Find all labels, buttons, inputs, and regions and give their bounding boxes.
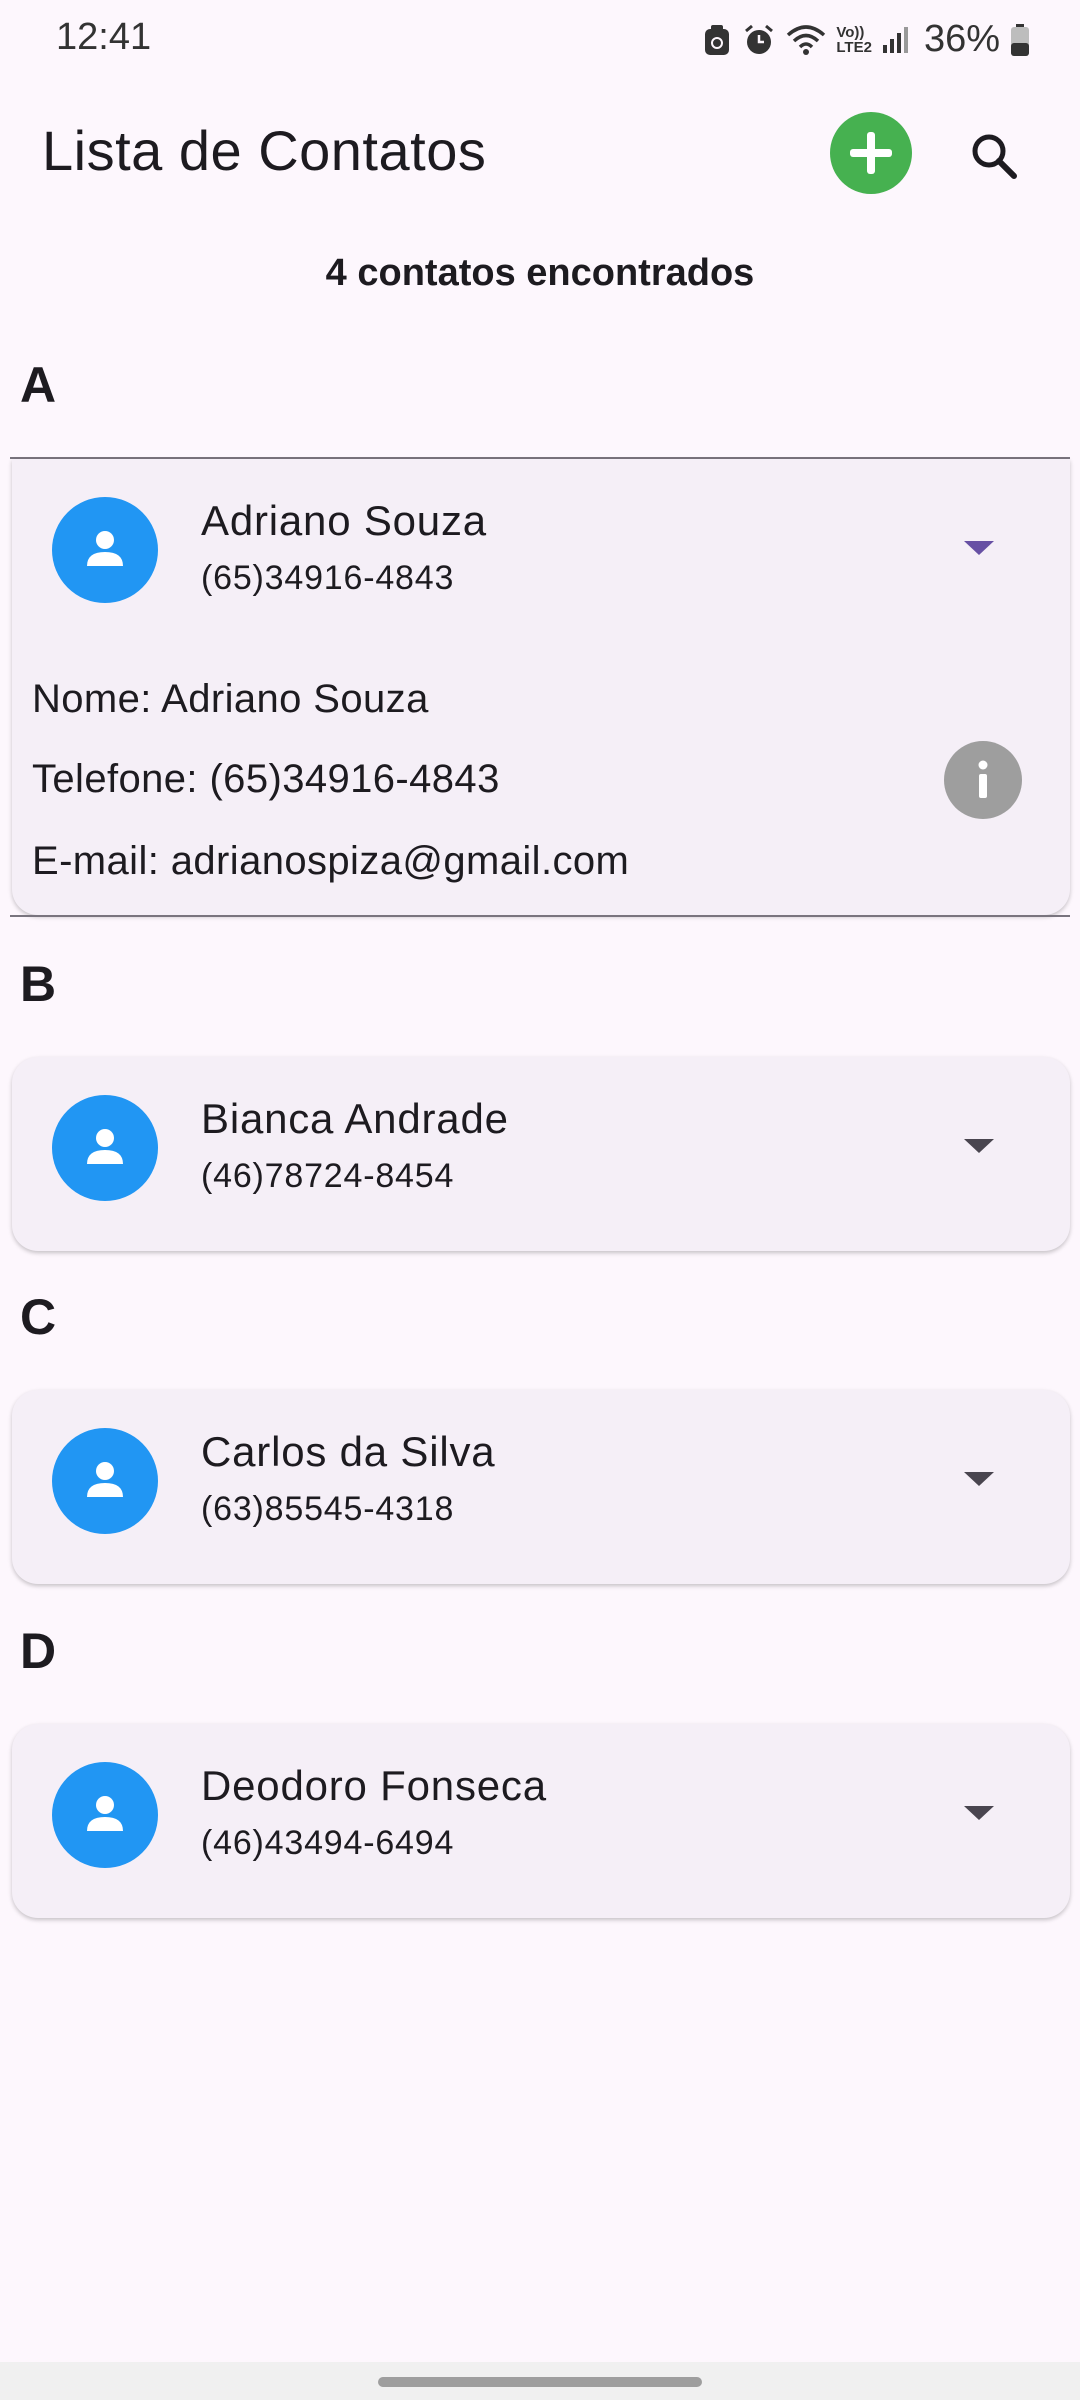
cast-icon xyxy=(705,24,730,55)
signal-icon xyxy=(882,26,908,53)
contact-name: Carlos da Silva xyxy=(201,1428,496,1475)
contact-card-bianca[interactable]: Bianca Andrade (46)78724-8454 xyxy=(12,1057,1070,1251)
alarm-icon xyxy=(745,24,774,54)
add-contact-button[interactable] xyxy=(830,112,912,194)
contact-phone: (65)34916-4843 xyxy=(201,559,455,597)
contact-card-deodoro[interactable]: Deodoro Fonseca (46)43494-6494 xyxy=(12,1724,1070,1918)
detail-email: E-mail: adrianospiza@gmail.com xyxy=(32,839,630,883)
status-time: 12:41 xyxy=(56,16,152,58)
person-icon xyxy=(87,1796,123,1831)
battery-icon xyxy=(1011,23,1029,56)
chevron-down-icon[interactable] xyxy=(964,1472,994,1486)
page-title: Lista de Contatos xyxy=(42,119,487,182)
status-bar: 12:41 Vo)) LTE2 36% xyxy=(0,0,1080,80)
section-header-b: B xyxy=(20,956,57,1012)
person-icon xyxy=(87,1129,123,1164)
info-button[interactable] xyxy=(944,741,1022,819)
navigation-bar xyxy=(0,2362,1080,2400)
wifi-icon xyxy=(787,24,826,55)
volte-label-bottom: LTE2 xyxy=(836,38,872,56)
contact-name: Deodoro Fonseca xyxy=(201,1762,547,1809)
section-header-c: C xyxy=(20,1289,57,1345)
contact-card-carlos[interactable]: Carlos da Silva (63)85545-4318 xyxy=(12,1390,1070,1584)
person-icon xyxy=(87,1462,123,1497)
search-icon[interactable] xyxy=(960,122,1030,192)
status-icons: Vo)) LTE2 36% xyxy=(702,18,1030,61)
chevron-down-icon[interactable] xyxy=(964,1139,994,1153)
chevron-down-icon[interactable] xyxy=(964,1806,994,1820)
info-icon xyxy=(978,760,988,798)
contacts-count: 4 contatos encontrados xyxy=(325,252,755,294)
avatar xyxy=(52,1428,158,1534)
person-icon xyxy=(87,531,123,566)
volte-label-top: Vo)) xyxy=(836,23,865,41)
contact-phone: (46)43494-6494 xyxy=(201,1824,455,1862)
detail-name: Nome: Adriano Souza xyxy=(32,677,429,721)
contact-phone: (46)78724-8454 xyxy=(201,1157,455,1195)
contact-name: Bianca Andrade xyxy=(201,1095,509,1142)
section-header-a: A xyxy=(20,357,57,413)
chevron-down-icon[interactable] xyxy=(964,541,994,555)
avatar xyxy=(52,1762,158,1868)
avatar xyxy=(52,497,158,603)
divider xyxy=(10,915,1070,917)
section-header-d: D xyxy=(20,1623,57,1679)
volte-icon: Vo)) LTE2 xyxy=(836,25,872,55)
battery-percent: 36% xyxy=(923,18,1000,60)
contact-card-adriano[interactable]: Adriano Souza (65)34916-4843 Nome: Adria… xyxy=(12,459,1070,915)
contact-phone: (63)85545-4318 xyxy=(201,1490,455,1528)
avatar xyxy=(52,1095,158,1201)
contact-name: Adriano Souza xyxy=(201,497,487,544)
home-gesture-handle[interactable] xyxy=(378,2377,702,2387)
app-bar: Lista de Contatos xyxy=(0,100,1080,210)
detail-phone: Telefone: (65)34916-4843 xyxy=(32,757,500,801)
